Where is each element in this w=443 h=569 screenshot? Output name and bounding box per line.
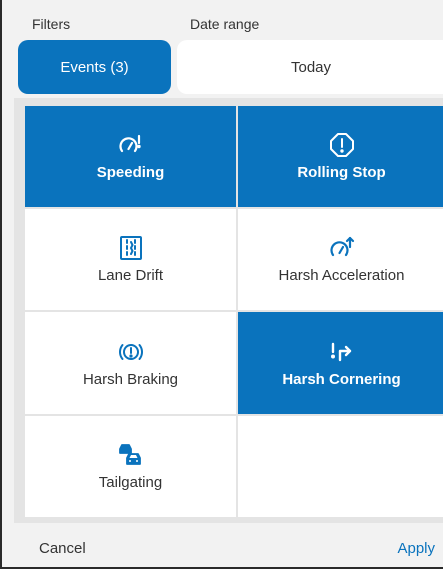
speedometer-up-icon [329,235,355,261]
filter-panel: Filters Date range Events (3) Today Spee… [0,0,443,569]
tile-label: Harsh Cornering [282,370,401,388]
tile-harsh-acceleration[interactable]: Harsh Acceleration [238,209,443,310]
lane-drift-icon [118,235,144,261]
tile-speeding[interactable]: Speeding [25,106,236,207]
date-range-label: Date range [190,16,260,32]
cars-following-icon [118,442,144,468]
tile-harsh-cornering[interactable]: Harsh Cornering [238,312,443,414]
tile-rolling-stop[interactable]: Rolling Stop [238,106,443,207]
tile-empty [238,416,443,517]
tile-label: Tailgating [98,474,163,491]
speedometer-alert-icon [118,132,144,158]
tile-harsh-braking[interactable]: Harsh Braking [25,312,236,414]
brake-warning-icon [118,339,144,365]
date-range-selector[interactable]: Today [177,40,443,94]
turn-arrow-icon [329,339,355,365]
footer-bar: Cancel Apply [2,530,443,567]
tile-tailgating[interactable]: Tailgating [25,416,236,517]
tile-lane-drift[interactable]: Lane Drift [25,209,236,310]
tile-label: Rolling Stop [297,164,386,181]
stop-sign-icon [329,132,355,158]
apply-button[interactable]: Apply [397,540,435,557]
header-labels: Filters Date range [2,0,443,34]
cancel-button[interactable]: Cancel [39,540,86,557]
filters-label: Filters [32,16,71,32]
tile-label: Harsh Braking [82,370,179,388]
tile-label: Speeding [96,164,165,181]
tile-label: Harsh Acceleration [278,267,405,284]
tile-label: Lane Drift [97,267,164,284]
events-filter-button[interactable]: Events (3) [18,40,171,94]
